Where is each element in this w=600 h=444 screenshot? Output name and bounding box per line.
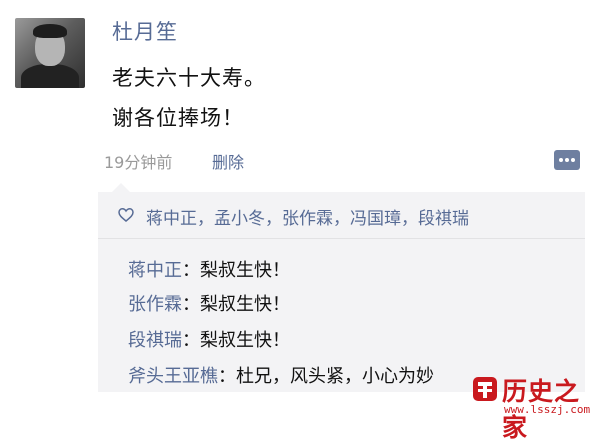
avatar-hair-shape	[33, 24, 67, 38]
author-avatar[interactable]	[15, 18, 85, 88]
comment-item[interactable]: 张作霖：梨叔生快！	[128, 290, 290, 316]
comment-item[interactable]: 段祺瑞：梨叔生快！	[128, 326, 290, 352]
likes-comments-panel: 蒋中正，孟小冬，张作霖，冯国璋，段祺瑞 蒋中正：梨叔生快！ 张作霖：梨叔生快！ …	[98, 183, 585, 392]
comment-text: 梨叔生快！	[200, 330, 290, 351]
comment-icon[interactable]	[554, 150, 580, 170]
comment-separator: ：	[182, 260, 200, 281]
comment-author[interactable]: 蒋中正	[128, 260, 182, 281]
likes-divider	[98, 238, 585, 239]
heart-icon	[118, 208, 134, 222]
delete-button[interactable]: 删除	[212, 149, 244, 173]
avatar-body-shape	[21, 64, 79, 88]
watermark-url: www.lsszj.com	[504, 403, 591, 416]
author-name[interactable]: 杜月笙	[112, 16, 178, 46]
comment-author[interactable]: 张作霖	[128, 294, 182, 315]
watermark: 历史之家 www.lsszj.com	[470, 370, 600, 442]
likes-names[interactable]: 蒋中正，孟小冬，张作霖，冯国璋，段祺瑞	[146, 204, 469, 229]
comment-item[interactable]: 蒋中正：梨叔生快！	[128, 256, 290, 282]
comment-separator: ：	[182, 330, 200, 351]
comment-author[interactable]: 斧头王亚樵	[128, 366, 218, 387]
comment-text: 梨叔生快！	[200, 260, 290, 281]
comment-author[interactable]: 段祺瑞	[128, 330, 182, 351]
watermark-logo-icon	[473, 377, 497, 401]
comment-text: 梨叔生快！	[200, 294, 290, 315]
post-text-line-1: 老夫六十大寿。	[112, 66, 266, 90]
comment-separator: ：	[218, 366, 236, 387]
comment-separator: ：	[182, 294, 200, 315]
comment-text: 杜兄，风头紧，小心为妙	[236, 366, 434, 387]
post-text-line-2: 谢各位捧场！	[112, 106, 244, 130]
post-timestamp: 19分钟前	[104, 153, 173, 172]
comment-item[interactable]: 斧头王亚樵：杜兄，风头紧，小心为妙	[128, 362, 434, 388]
